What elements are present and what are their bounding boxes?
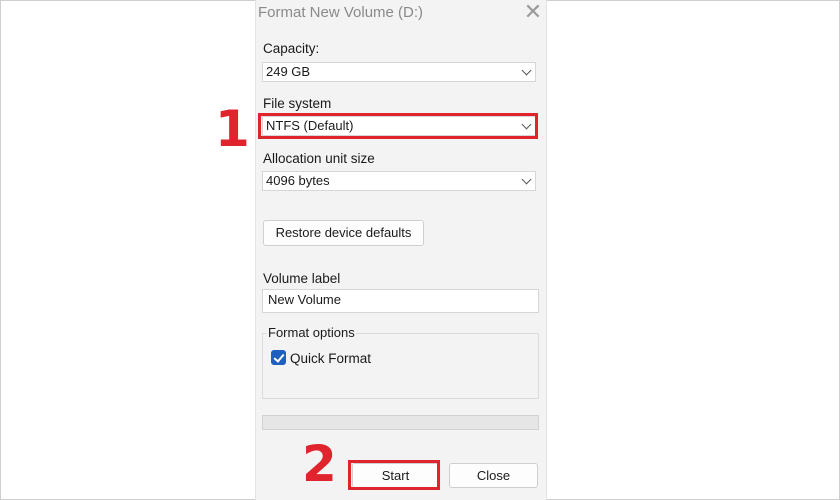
capacity-label: Capacity: — [263, 41, 320, 56]
restore-defaults-button[interactable]: Restore device defaults — [263, 220, 424, 246]
volume-label-input[interactable]: New Volume — [262, 289, 539, 313]
chevron-down-icon — [521, 119, 532, 130]
start-button[interactable]: Start — [352, 463, 439, 488]
allocation-select[interactable]: 4096 bytes — [262, 171, 536, 191]
close-icon[interactable]: ✕ — [522, 1, 544, 23]
file-system-select[interactable]: NTFS (Default) — [262, 116, 536, 136]
step-2-callout: 2 — [302, 435, 337, 493]
allocation-label: Allocation unit size — [263, 151, 375, 166]
volume-label-label: Volume label — [263, 271, 341, 286]
chevron-down-icon — [521, 174, 532, 185]
quick-format-checkbox[interactable] — [271, 350, 286, 365]
allocation-value: 4096 bytes — [266, 173, 330, 188]
file-system-label: File system — [263, 96, 332, 111]
file-system-value: NTFS (Default) — [266, 118, 354, 133]
quick-format-label[interactable]: Quick Format — [290, 351, 371, 366]
format-progress-bar — [262, 415, 539, 430]
dialog-title: Format New Volume (D:) — [258, 4, 424, 21]
capacity-select[interactable]: 249 GB — [262, 62, 536, 82]
format-options-group — [262, 333, 539, 399]
format-options-label: Format options — [267, 325, 356, 340]
format-dialog: Format New Volume (D:) ✕ Capacity: 249 G… — [255, 0, 547, 500]
step-1-callout: 1 — [215, 100, 250, 158]
chevron-down-icon — [521, 65, 532, 76]
capacity-value: 249 GB — [266, 64, 311, 79]
close-button[interactable]: Close — [449, 463, 538, 488]
